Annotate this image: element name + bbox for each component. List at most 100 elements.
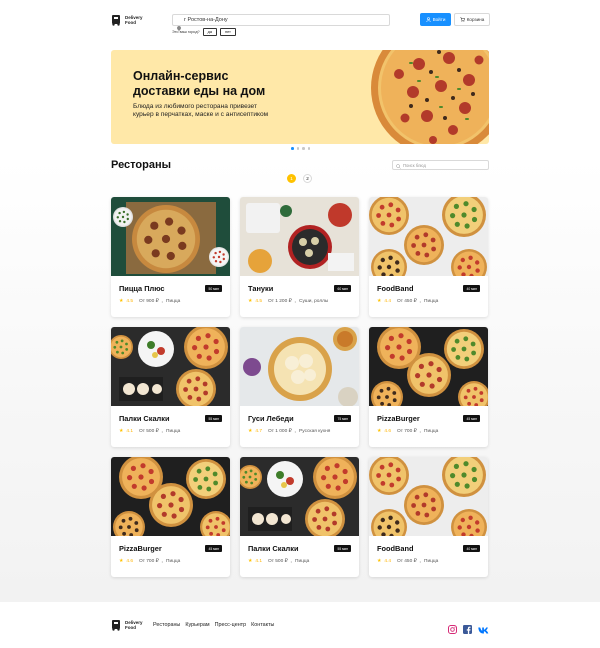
city-question: Это ваш город? [172,30,200,34]
page-button[interactable]: 2 [303,174,312,183]
restaurant-category: Пицца [295,559,310,564]
restaurant-meta: ★ 4.4 От 450 ₽ • Пицца [377,299,438,304]
restaurant-meta: ★ 4.1 От 500 ₽ • Пицца [248,559,309,564]
star-icon: ★ [377,559,382,564]
footer-link[interactable]: Пресс-центр [215,622,247,628]
city-yes-button[interactable]: да [202,28,217,36]
bullet-separator: • [294,429,297,434]
restaurant-card[interactable]: Палки Скалки 55 мин ★ 4.1 От 500 ₽ • Пицца [111,327,230,447]
carousel-dots [291,147,310,150]
city-no-button[interactable]: нет [220,28,236,36]
restaurant-name: Палки Скалки [248,544,299,553]
min-price: От 450 ₽ [396,299,417,304]
star-icon: ★ [119,299,124,304]
restaurant-name: Палки Скалки [119,414,170,423]
bullet-separator: • [161,299,164,304]
restaurant-card[interactable]: Пицца Плюс 50 мин ★ 4.5 От 900 ₽ • Пицца [111,197,230,317]
delivery-time-badge: 55 мин [205,415,222,422]
address-input[interactable]: г Ростов-на-Дону [172,14,390,31]
section-title: Рестораны [111,159,171,171]
restaurant-category: Русская кухня [299,429,331,434]
vk-icon[interactable] [478,621,489,639]
location-pin-icon [177,18,181,31]
carousel-dot[interactable] [296,147,299,150]
min-price: От 700 ₽ [138,559,159,564]
restaurant-card[interactable]: FoodBand 40 мин ★ 4.4 От 450 ₽ • Пицца [369,197,488,317]
restaurant-card[interactable]: Тануки 60 мин ★ 4.5 От 1 200 ₽ • Суши, роллы [240,197,359,317]
rating-value: 4.6 [384,429,391,434]
footer-link[interactable]: Рестораны [153,622,180,628]
promo-text: Блюда из любимого ресторана привезет кур… [133,103,269,119]
rating-value: 4.4 [384,559,391,564]
restaurant-card[interactable]: Палки Скалки 55 мин ★ 4.1 От 500 ₽ • Пицца [240,457,359,577]
cart-icon [460,16,465,23]
star-icon: ★ [248,299,253,304]
delivery-time-badge: 40 мин [463,285,480,292]
restaurant-meta: ★ 4.4 От 450 ₽ • Пицца [377,559,438,564]
page-button[interactable]: 1 [287,174,296,183]
carousel-dot[interactable] [291,147,294,150]
bullet-separator: • [419,429,422,434]
restaurant-card[interactable]: PizzaBurger 45 мин ★ 4.6 От 700 ₽ • Пицца [369,327,488,447]
dish-search-placeholder: Поиск блюд [403,162,426,168]
carousel-dot[interactable] [302,147,305,150]
restaurant-meta: ★ 4.5 От 1 200 ₽ • Суши, роллы [248,299,328,304]
address-value: г Ростов-на-Дону [184,17,228,23]
star-icon: ★ [377,299,382,304]
restaurant-category: Пицца [424,559,439,564]
bullet-separator: • [419,559,422,564]
login-label: Войти [432,17,446,22]
cart-button[interactable]: Корзина [454,13,490,26]
rating-value: 4.5 [126,299,133,304]
social-links [448,621,489,639]
restaurant-category: Пицца [166,559,181,564]
star-icon: ★ [119,429,124,434]
bullet-separator: • [294,299,297,304]
dish-search-input[interactable]: Поиск блюд [392,160,489,170]
footer-link[interactable]: Курьерам [185,622,209,628]
restaurant-category: Суши, роллы [299,299,329,304]
login-button[interactable]: Войти [420,13,451,26]
min-price: От 1 000 ₽ [267,429,292,434]
facebook-icon[interactable] [463,621,472,639]
footer-link[interactable]: Контакты [251,622,274,628]
rating-value: 4.1 [126,429,133,434]
restaurant-name: PizzaBurger [119,544,162,553]
footer: Delivery Food Рестораны Курьерам Пресс-ц… [0,602,600,648]
restaurant-category: Пицца [166,429,181,434]
restaurant-name: PizzaBurger [377,414,420,423]
delivery-time-badge: 55 мин [334,545,351,552]
restaurant-photo [369,457,488,536]
restaurant-card[interactable]: Гуси Лебеди 75 мин ★ 4.7 От 1 000 ₽ • Русская … [240,327,359,447]
rating-value: 4.7 [255,429,262,434]
rating-value: 4.5 [255,299,262,304]
restaurant-photo [111,197,230,276]
restaurant-name: FoodBand [377,544,414,553]
logo[interactable]: Delivery Food [111,14,143,26]
footer-logo-text: Delivery Food [125,620,143,630]
delivery-time-badge: 40 мин [463,545,480,552]
search-icon [396,156,401,174]
restaurant-category: Пицца [166,299,181,304]
instagram-icon[interactable] [448,621,457,639]
user-icon [425,16,431,23]
pagination: 1 2 [287,174,312,183]
delivery-time-badge: 50 мин [205,285,222,292]
promo-pizza-image [369,50,489,144]
restaurant-name: FoodBand [377,284,414,293]
restaurant-photo [240,457,359,536]
footer-logo[interactable]: Delivery Food [111,619,143,631]
star-icon: ★ [377,429,382,434]
promo-title: Онлайн-сервис доставки еды на дом [133,69,266,98]
cart-label: Корзина [466,17,485,22]
min-price: От 450 ₽ [396,559,417,564]
promo-banner[interactable]: Онлайн-сервис доставки еды на дом Блюда … [111,50,489,144]
restaurant-card[interactable]: PizzaBurger 45 мин ★ 4.6 От 700 ₽ • Пицца [111,457,230,577]
min-price: От 500 ₽ [267,559,288,564]
footer-nav: Рестораны Курьерам Пресс-центр Контакты [153,622,274,628]
rating-value: 4.1 [255,559,262,564]
restaurant-meta: ★ 4.5 От 900 ₽ • Пицца [119,299,180,304]
restaurant-card[interactable]: FoodBand 40 мин ★ 4.4 От 450 ₽ • Пицца [369,457,488,577]
restaurant-photo [111,457,230,536]
carousel-dot[interactable] [307,147,310,150]
